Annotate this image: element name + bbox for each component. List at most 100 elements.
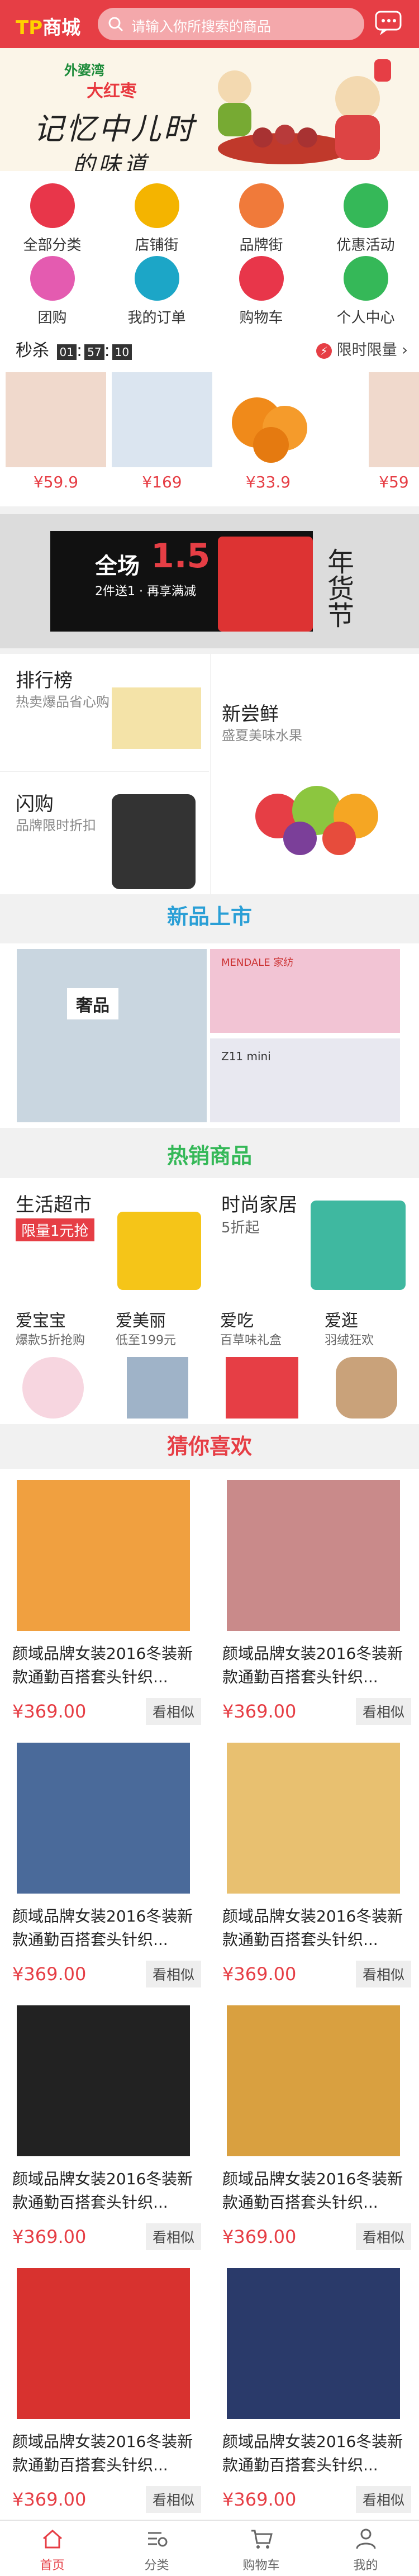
section-title: 猜你喜欢 xyxy=(166,1434,252,1459)
promo-title: 新尝鲜 xyxy=(222,703,279,725)
icon-profile[interactable]: 个人中心 xyxy=(313,256,418,327)
hot-item[interactable]: 爱美丽 低至199元 xyxy=(104,1301,209,1424)
product-card[interactable]: 颜域品牌女装2016冬装新款通勤百搭套头针织... ¥369.00 看相似 xyxy=(210,1731,419,1994)
logo[interactable]: TP商城 xyxy=(16,12,80,40)
hot-item[interactable]: 爱吃 百草味礼盒 xyxy=(209,1301,313,1424)
flash-item-image[interactable] xyxy=(218,372,318,467)
flash-item-price: ¥33.9 xyxy=(245,473,291,491)
flash-item-image[interactable] xyxy=(6,372,106,467)
icon-store-street[interactable]: 店铺街 xyxy=(104,183,209,254)
icon-label: 店铺街 xyxy=(135,237,179,254)
timer-hours: 01 xyxy=(56,344,77,360)
see-similar-button[interactable]: 看相似 xyxy=(355,2486,411,2513)
hot-sub: 低至199元 xyxy=(116,1334,176,1348)
product-price: ¥369.00 xyxy=(222,1701,297,1722)
hero-banner[interactable]: 外婆湾 大红枣 记忆中儿时 的味道 xyxy=(0,48,419,178)
store-icon xyxy=(134,183,179,228)
promo-sub: 热卖爆品省心购 xyxy=(16,694,109,710)
see-similar-button[interactable]: 看相似 xyxy=(145,2486,201,2513)
top-bar: TP商城 请输入你所搜索的商品 xyxy=(0,0,419,48)
guess-grid: 颜域品牌女装2016冬装新款通勤百搭套头针织... ¥369.00 看相似 颜域… xyxy=(0,1469,419,2520)
icon-promotions[interactable]: 优惠活动 xyxy=(313,183,418,254)
hot-item[interactable]: 爱逛 羽绒狂欢 xyxy=(313,1301,419,1424)
tab-label: 分类 xyxy=(144,2559,169,2573)
orange-image xyxy=(232,397,307,463)
see-similar-button[interactable]: 看相似 xyxy=(355,2223,411,2250)
hot-name: 爱美丽 xyxy=(116,1311,166,1331)
new-product-tile[interactable]: 奢品 xyxy=(17,949,207,1122)
hot-products: 生活超市 限量1元抢 时尚家居 5折起 爱宝宝 爆款5折抢购 爱美丽 低至199… xyxy=(0,1178,419,1424)
new-product-tile[interactable]: Z11 mini xyxy=(210,1038,400,1122)
tab-category[interactable]: 分类 xyxy=(104,2526,209,2573)
product-card[interactable]: 颜域品牌女装2016冬装新款通勤百搭套头针织... ¥369.00 看相似 xyxy=(210,2257,419,2520)
tag-icon xyxy=(239,183,284,228)
product-price: ¥369.00 xyxy=(12,2489,87,2510)
flash-title: 秒杀 01:57:10 xyxy=(16,336,132,361)
tab-profile[interactable]: 我的 xyxy=(313,2526,418,2573)
product-card[interactable]: 颜域品牌女装2016冬装新款通勤百搭套头针织... ¥369.00 看相似 xyxy=(0,1469,209,1731)
icon-my-orders[interactable]: 我的订单 xyxy=(104,256,209,327)
bottom-tab-bar: 首页 分类 购物车 我的 xyxy=(0,2520,419,2576)
tile-label: Z11 mini xyxy=(221,1050,271,1063)
hero-line2: 大红枣 xyxy=(87,82,137,101)
icon-brand-street[interactable]: 品牌街 xyxy=(209,183,313,254)
hot-sub: 羽绒狂欢 xyxy=(325,1334,374,1348)
product-title: 颜域品牌女装2016冬装新款通勤百搭套头针织... xyxy=(222,1907,403,1949)
product-title: 颜域品牌女装2016冬装新款通勤百搭套头针织... xyxy=(12,1907,193,1949)
product-image xyxy=(17,2005,190,2156)
see-similar-button[interactable]: 看相似 xyxy=(355,1961,411,1987)
product-price: ¥369.00 xyxy=(12,1701,87,1722)
icon-cart[interactable]: 购物车 xyxy=(209,256,313,327)
hot-image xyxy=(22,1357,84,1419)
promo-fresh[interactable]: 新尝鲜 盛夏美味水果 xyxy=(210,654,419,894)
tile-label: 奢品 xyxy=(67,988,118,1019)
hot-image xyxy=(117,1212,201,1290)
chat-icon xyxy=(375,11,402,35)
hot-item[interactable]: 爱宝宝 爆款5折抢购 xyxy=(0,1301,104,1424)
hot-sub: 5折起 xyxy=(221,1220,260,1236)
tab-cart[interactable]: 购物车 xyxy=(209,2526,313,2573)
flash-item-price: ¥59.9 xyxy=(33,473,79,491)
icon-all-categories[interactable]: 全部分类 xyxy=(0,183,104,254)
product-card[interactable]: 颜域品牌女装2016冬装新款通勤百搭套头针织... ¥369.00 看相似 xyxy=(0,1731,209,1994)
product-card[interactable]: 颜域品牌女装2016冬装新款通勤百搭套头针织... ¥369.00 看相似 xyxy=(210,1469,419,1731)
tab-label: 首页 xyxy=(40,2559,65,2573)
hero-line3: 记忆中儿时 xyxy=(34,111,196,146)
product-price: ¥369.00 xyxy=(222,2489,297,2510)
product-title: 颜域品牌女装2016冬装新款通勤百搭套头针织... xyxy=(12,2432,193,2474)
hot-sub: 爆款5折抢购 xyxy=(16,1334,85,1348)
timer-minutes: 57 xyxy=(84,344,104,360)
hot-image xyxy=(226,1357,298,1419)
hot-item[interactable]: 时尚家居 5折起 xyxy=(210,1178,419,1296)
promo-flash-buy[interactable]: 闪购 品牌限时折扣 xyxy=(0,771,209,894)
flash-more-link[interactable]: ⚡ 限时限量 › xyxy=(316,338,408,359)
flash-item-image[interactable] xyxy=(369,372,419,467)
hot-name: 爱宝宝 xyxy=(16,1311,66,1331)
message-button[interactable] xyxy=(374,10,403,37)
flash-sale: 秒杀 01:57:10 ⚡ 限时限量 › ¥59.9 ¥169 ¥33.9 ¥5… xyxy=(0,333,419,506)
flash-item-image[interactable] xyxy=(112,372,212,467)
section-header-guess: 猜你喜欢 xyxy=(0,1424,419,1469)
banner-model xyxy=(218,537,313,632)
promo-banner[interactable]: 全场 1.5 2件送1 · 再享满减 年货节 xyxy=(0,514,419,648)
product-card[interactable]: 颜域品牌女装2016冬装新款通勤百搭套头针织... ¥369.00 看相似 xyxy=(0,1994,209,2257)
see-similar-button[interactable]: 看相似 xyxy=(145,2223,201,2250)
section-header-hot: 热销商品 xyxy=(0,1133,419,1178)
new-product-tile[interactable]: MENDALE 家纺 xyxy=(210,949,400,1033)
promo-ranking[interactable]: 排行榜 热卖爆品省心购 xyxy=(0,654,209,766)
search-input[interactable]: 请输入你所搜索的商品 xyxy=(98,8,364,40)
order-icon xyxy=(134,256,179,301)
icon-label: 优惠活动 xyxy=(336,237,395,254)
promo-sub: 盛夏美味水果 xyxy=(222,728,302,743)
icon-group-buy[interactable]: 团购 xyxy=(0,256,104,327)
see-similar-button[interactable]: 看相似 xyxy=(145,1698,201,1725)
icon-label: 个人中心 xyxy=(336,310,395,326)
tab-home[interactable]: 首页 xyxy=(0,2526,104,2573)
product-card[interactable]: 颜域品牌女装2016冬装新款通勤百搭套头针织... ¥369.00 看相似 xyxy=(0,2257,209,2520)
see-similar-button[interactable]: 看相似 xyxy=(145,1961,201,1987)
see-similar-button[interactable]: 看相似 xyxy=(355,1698,411,1725)
promo-image xyxy=(112,794,196,889)
product-card[interactable]: 颜域品牌女装2016冬装新款通勤百搭套头针织... ¥369.00 看相似 xyxy=(210,1994,419,2257)
hero-line1: 外婆湾 xyxy=(64,63,104,78)
hot-item[interactable]: 生活超市 限量1元抢 xyxy=(0,1178,209,1296)
